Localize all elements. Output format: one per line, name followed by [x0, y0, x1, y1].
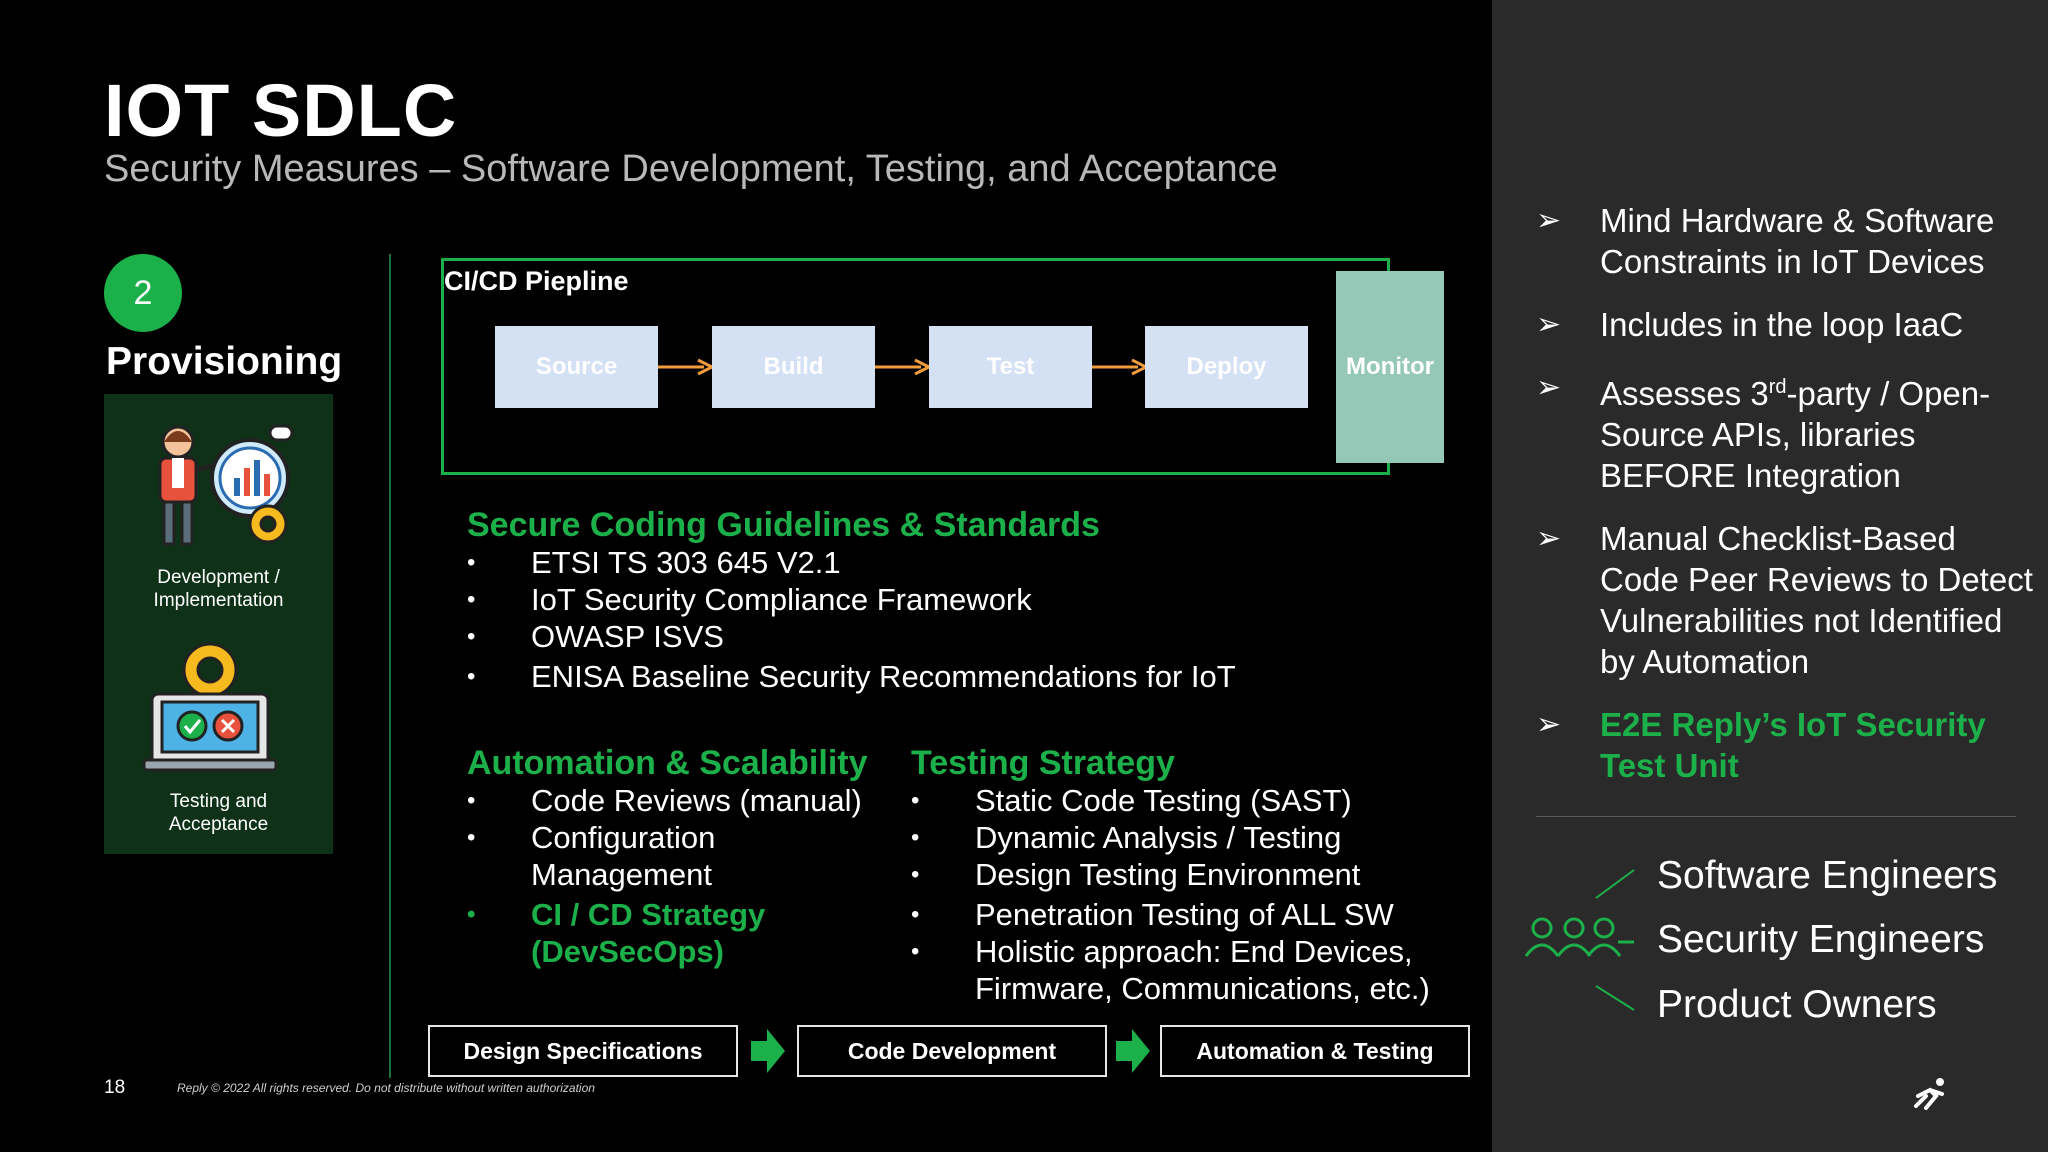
flow-design-specifications: Design Specifications [428, 1025, 738, 1077]
stage-test: Test [929, 326, 1092, 408]
list-item: Dynamic Analysis / Testing [911, 819, 1451, 856]
list-item: IoT Security Compliance Framework [467, 581, 1367, 618]
testing-caption: Testing and Acceptance [104, 790, 333, 836]
chevron-right-icon: ➢ [1536, 708, 1562, 741]
page-number: 18 [104, 1077, 126, 1098]
arrow-right-icon [1116, 1029, 1150, 1073]
testing-heading: Testing Strategy [911, 744, 1175, 782]
page-title: IOT SDLC [104, 69, 458, 152]
role-software-engineers: Software Engineers [1657, 854, 1998, 897]
arrow-right-icon [658, 358, 714, 376]
stage-monitor: Monitor [1336, 271, 1444, 463]
list-item: Design Testing Environment [911, 856, 1451, 893]
role-connector-lines [1595, 869, 1635, 1011]
step-number-badge: 2 [104, 254, 182, 332]
list-item-highlight: CI / CD Strategy (DevSecOps) [467, 896, 887, 970]
side-item-text: Mind Hardware & Software Constraints in … [1600, 202, 1995, 280]
list-item: OWASP ISVS [467, 618, 1367, 655]
pipeline-title: CI/CD Piepline [444, 266, 629, 296]
arrow-right-icon [751, 1029, 785, 1073]
side-item-text: Manual Checklist-Based Code Peer Reviews… [1600, 520, 2033, 680]
side-item: ➢ Assesses 3rd-party / Open-Source APIs, … [1536, 367, 2036, 496]
list-item: Code Reviews (manual) [467, 782, 887, 819]
chevron-right-icon: ➢ [1536, 371, 1562, 404]
stage-source: Source [495, 326, 658, 408]
list-item: ETSI TS 303 645 V2.1 [467, 544, 1367, 581]
side-item-highlight: ➢ E2E Reply’s IoT Security Test Unit [1536, 704, 2036, 786]
reply-logo-icon [1914, 1078, 1944, 1110]
side-bullet-list: ➢ Mind Hardware & Software Constraints in… [1536, 200, 2036, 808]
presenter-analytics-icon [158, 424, 294, 546]
secure-coding-list: ETSI TS 303 645 V2.1 IoT Security Compli… [467, 544, 1367, 695]
side-item: ➢ Mind Hardware & Software Constraints in… [1536, 200, 2036, 282]
list-item: ENISA Baseline Security Recommendations … [467, 658, 1367, 695]
side-item: ➢ Includes in the loop IaaC [1536, 304, 2036, 345]
testing-caption-line1: Testing and [169, 791, 268, 812]
testing-list: Static Code Testing (SAST) Dynamic Analy… [911, 782, 1451, 1007]
development-caption: Development / Implementation [104, 566, 333, 612]
development-caption-line1: Development / [157, 567, 280, 588]
automation-list: Code Reviews (manual) Configuration Mana… [467, 782, 887, 970]
chevron-right-icon: ➢ [1536, 204, 1562, 237]
list-item: Configuration Management [467, 819, 887, 893]
list-item: Static Code Testing (SAST) [911, 782, 1451, 819]
stage-deploy: Deploy [1145, 326, 1308, 408]
side-item-text-pre: Assesses 3 [1600, 375, 1769, 412]
side-item: ➢ Manual Checklist-Based Code Peer Review… [1536, 518, 2036, 682]
arrow-right-icon [875, 358, 931, 376]
chevron-right-icon: ➢ [1536, 522, 1562, 555]
list-item: Holistic approach: End Devices, Firmware… [911, 933, 1451, 1007]
side-highlight-text: E2E Reply’s IoT Security Test Unit [1600, 706, 1986, 784]
testing-caption-line2: Acceptance [168, 814, 269, 835]
provisioning-panel: Development / Implementation Testing and… [104, 394, 333, 854]
development-caption-line2: Implementation [153, 590, 284, 611]
laptop-test-icon [142, 642, 278, 772]
chevron-right-icon: ➢ [1536, 308, 1562, 341]
step-label: Provisioning [106, 340, 343, 383]
stage-build: Build [712, 326, 875, 408]
flow-code-development: Code Development [797, 1025, 1107, 1077]
list-item: Penetration Testing of ALL SW [911, 896, 1451, 933]
vertical-divider [389, 254, 391, 1078]
arrow-right-icon [1092, 358, 1148, 376]
side-item-superscript: rd [1768, 376, 1787, 398]
side-item-text: Includes in the loop IaaC [1600, 306, 1964, 343]
role-security-engineers: Security Engineers [1657, 918, 1985, 961]
page-subtitle: Security Measures – Software Development… [104, 148, 1278, 190]
copyright-notice: Reply © 2022 All rights reserved. Do not… [177, 1081, 595, 1095]
secure-coding-heading: Secure Coding Guidelines & Standards [467, 506, 1100, 544]
automation-heading: Automation & Scalability [467, 744, 868, 782]
side-divider [1536, 816, 2016, 817]
flow-automation-testing: Automation & Testing [1160, 1025, 1470, 1077]
role-product-owners: Product Owners [1657, 983, 1937, 1026]
